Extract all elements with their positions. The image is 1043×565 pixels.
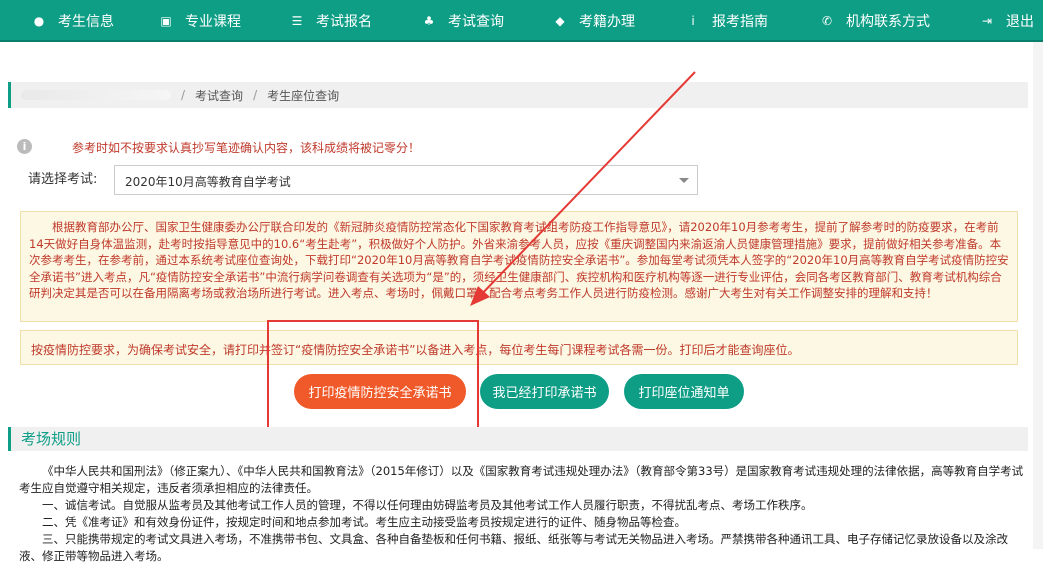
rule-item: 三、只能携带规定的考试文具进入考场，不准携带书包、文具盒、各种自备垫板和任何书籍…	[19, 532, 1008, 563]
warning-text: 参考时如不按要求认真抄写笔迹确认内容，该科成绩将被记零分！	[72, 141, 421, 155]
nav-item-label: 退出	[1006, 14, 1034, 30]
rule-item: 一、诚信考试。自觉服从监考员及其他考试工作人员的管理，不得以任何理由妨碍监考员及…	[42, 498, 813, 512]
breadcrumb-separator: /	[181, 88, 186, 102]
print-notice: 按疫情防控要求，为确保考试安全，请打印并签订“疫情防控安全承诺书”以备进入考点，…	[20, 330, 1018, 365]
nav-item-contacts[interactable]: ✆ 机构联系方式	[820, 0, 930, 42]
epidemic-notice: 根据教育部办公厅、国家卫生健康委办公厅联合印发的《新冠肺炎疫情防控常态化下国家教…	[20, 211, 1018, 322]
breadcrumb: / 考试查询 / 考生座位查询	[8, 82, 1028, 108]
nav-item-label: 机构联系方式	[846, 14, 930, 30]
nav-item-exam-query[interactable]: ♣ 考试查询	[422, 0, 504, 42]
nav-item-label: 考生信息	[58, 14, 114, 30]
info-circle-icon: i	[17, 139, 32, 154]
chevron-down-icon	[679, 178, 689, 183]
breadcrumb-separator: /	[253, 88, 258, 102]
top-nav: ● 考生信息 ▣ 专业课程 ☰ 考试报名 ♣ 考试查询 ◆ 考籍办理 i 报考指…	[0, 0, 1043, 42]
nav-item-label: 考籍办理	[579, 14, 635, 30]
nav-item-label: 考试报名	[316, 14, 372, 30]
rules-text: 《中华人民共和国刑法》（修正案九）、《中华人民共和国教育法》（2015年修订）以…	[19, 463, 1025, 565]
nav-item-label: 报考指南	[712, 14, 768, 30]
list-icon: ☰	[291, 14, 303, 28]
breadcrumb-item-exam-query[interactable]: 考试查询	[195, 87, 243, 104]
print-seat-notice-button[interactable]: 打印座位通知单	[624, 374, 744, 409]
nav-item-records[interactable]: ◆ 考籍办理	[553, 0, 635, 42]
breadcrumb-home-blurred[interactable]	[21, 90, 171, 100]
book-icon: ▣	[160, 14, 172, 28]
print-pledge-button[interactable]: 打印疫情防控安全承诺书	[294, 374, 466, 409]
exam-select-label: 请选择考试:	[28, 172, 98, 187]
tag-icon: ◆	[555, 14, 565, 28]
rules-intro: 《中华人民共和国刑法》（修正案九）、《中华人民共和国教育法》（2015年修订）以…	[19, 464, 1024, 495]
logout-icon: ⇥	[981, 14, 993, 28]
breadcrumb-item-current: 考生座位查询	[267, 88, 340, 103]
exam-select[interactable]: 2020年10月高等教育自学考试	[114, 165, 698, 195]
rule-item: 二、凭《准考证》和有效身份证件，按规定时间和地点参加考试。考生应主动接受监考员按…	[42, 515, 686, 529]
pledge-printed-button[interactable]: 我已经打印承诺书	[480, 374, 609, 409]
sitemap-icon: ♣	[423, 14, 435, 28]
section-title: 考场规则	[8, 427, 1028, 451]
exam-select-value: 2020年10月高等教育自学考试	[125, 175, 291, 189]
page-scrollbar[interactable]	[1033, 42, 1043, 549]
user-icon: ●	[33, 14, 45, 28]
nav-item-student-info[interactable]: ● 考生信息	[32, 0, 114, 42]
nav-item-courses[interactable]: ▣ 专业课程	[159, 0, 241, 42]
nav-item-label: 专业课程	[185, 14, 241, 30]
info-icon: i	[691, 14, 695, 28]
nav-item-logout[interactable]: ⇥ 退出	[980, 0, 1034, 42]
nav-item-guide[interactable]: i 报考指南	[686, 0, 768, 42]
phone-icon: ✆	[821, 14, 833, 28]
nav-item-label: 考试查询	[448, 14, 504, 30]
nav-item-registration[interactable]: ☰ 考试报名	[290, 0, 372, 42]
